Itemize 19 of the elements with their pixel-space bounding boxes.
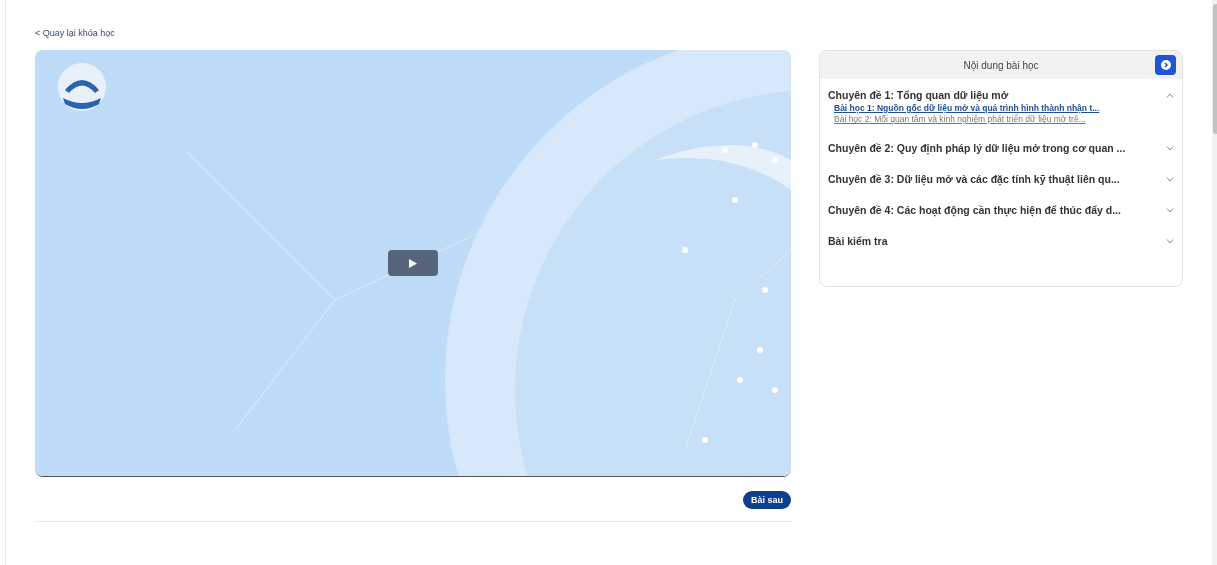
lesson-link[interactable]: Bài học 1: Nguồn gốc dữ liệu mở và quá trình hình thành nhận t... bbox=[834, 103, 1174, 114]
next-lesson-button[interactable]: Bài sau bbox=[743, 491, 791, 509]
topic-header[interactable]: Chuyên đề 1: Tổng quan dữ liệu mở bbox=[828, 87, 1174, 103]
play-icon bbox=[409, 258, 417, 268]
panel-title: Nội dung bài học bbox=[963, 59, 1039, 71]
chevron-circle-icon bbox=[1160, 60, 1171, 70]
topic-header[interactable]: Chuyên đề 3: Dữ liệu mở và các đặc tính kỹ thuật liên qu... bbox=[828, 171, 1174, 187]
panel-toggle-button[interactable] bbox=[1155, 55, 1176, 75]
chevron-up-icon bbox=[1166, 92, 1174, 98]
chevron-down-icon bbox=[1166, 145, 1174, 151]
chevron-down-icon bbox=[1166, 207, 1174, 213]
topic-header[interactable]: Chuyên đề 4: Các hoạt động cần thực hiện để thúc đẩy d... bbox=[828, 202, 1174, 218]
lesson-link[interactable]: Bài học 2: Mối quan tâm và kinh nghiệm phát triển dữ liệu mở trê... bbox=[834, 114, 1174, 125]
chevron-down-icon bbox=[1166, 176, 1174, 182]
topic-header[interactable]: Bài kiểm tra bbox=[828, 233, 1174, 249]
chevron-down-icon bbox=[1166, 238, 1174, 244]
back-link[interactable]: < Quay lại khóa học bbox=[35, 28, 115, 50]
topic-header[interactable]: Chuyên đề 2: Quy định pháp lý dữ liệu mở trong cơ quan ... bbox=[828, 140, 1174, 156]
play-button[interactable] bbox=[388, 250, 438, 276]
